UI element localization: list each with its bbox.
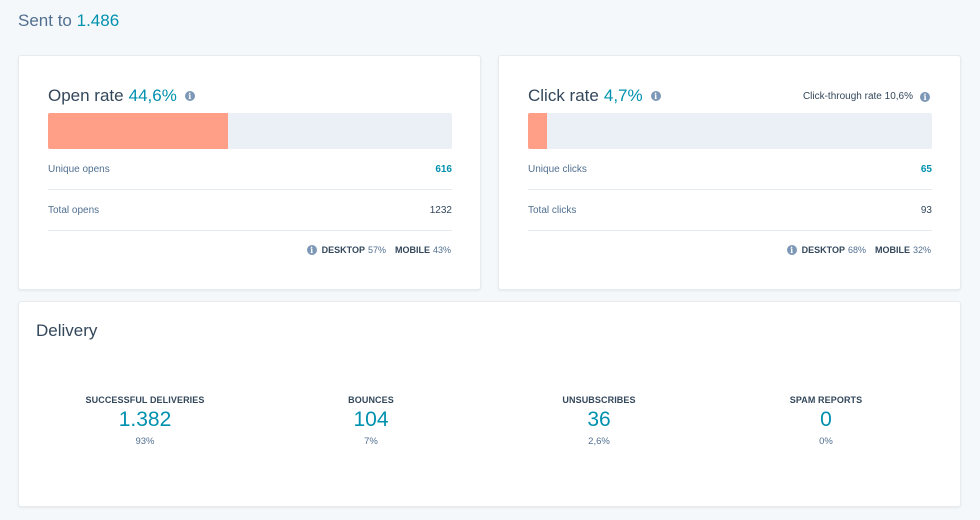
stat-value: 93 [920, 204, 932, 216]
open-rate-value: 44,6% [128, 86, 177, 105]
unique-opens-link[interactable]: 616 [435, 164, 452, 175]
click-rate-heading: Click rate 4,7% i [528, 86, 661, 106]
mobile-value: 32% [912, 245, 931, 255]
metric-value: 36 [587, 408, 611, 431]
info-icon[interactable]: i [650, 91, 661, 101]
metric-percent: 2,6% [588, 436, 610, 447]
metric-label: SPAM REPORTS [789, 395, 863, 405]
sent-to-label: Sent to [18, 11, 72, 30]
open-rate-card: Open rate 44,6% i Unique opens 616 Total… [18, 55, 481, 290]
stat-row-unique-clicks: Unique clicks 65 [528, 149, 932, 190]
device-breakdown: i DESKTOP 68% MOBILE 32% [786, 245, 931, 255]
unique-clicks-link[interactable]: 65 [921, 164, 932, 175]
delivery-card: Delivery SUCCESSFUL DELIVERIES 1.382 93%… [18, 301, 961, 507]
mobile-label: MOBILE [874, 245, 910, 255]
metric-label: BOUNCES [348, 395, 394, 405]
open-rate-title: Open rate [48, 86, 124, 105]
info-icon[interactable]: i [786, 245, 797, 255]
info-icon[interactable]: i [184, 91, 195, 101]
click-through-rate: Click-through rate 10,6% i [803, 91, 930, 102]
stat-label: Unique opens [48, 163, 110, 175]
desktop-label: DESKTOP [321, 245, 365, 255]
info-icon[interactable]: i [920, 91, 930, 102]
metric-percent: 93% [135, 436, 155, 447]
metric-value: 1.382 [118, 408, 172, 431]
metric-percent: 0% [819, 436, 833, 447]
stat-label: Total opens [48, 204, 100, 216]
metric-percent: 7% [364, 436, 378, 447]
stat-label: Unique clicks [528, 163, 587, 175]
mobile-label: MOBILE [394, 245, 430, 255]
open-rate-bar-fill [48, 113, 229, 149]
metric-unsubscribes: UNSUBSCRIBES 36 2,6% [499, 395, 699, 447]
open-rate-bar [48, 113, 452, 149]
delivery-title: Delivery [36, 321, 98, 340]
sent-to-value: 1.486 [76, 11, 120, 30]
metric-label: SUCCESSFUL DELIVERIES [85, 395, 205, 405]
metric-value: 104 [353, 408, 389, 431]
click-rate-bar [528, 113, 932, 149]
metric-value: 0 [820, 408, 832, 431]
click-rate-value: 4,7% [603, 86, 643, 105]
device-breakdown: i DESKTOP 57% MOBILE 43% [306, 245, 451, 255]
desktop-label: DESKTOP [801, 245, 845, 255]
stat-row-total-clicks: Total clicks 93 [528, 190, 932, 231]
click-through-rate-label: Click-through rate 10,6% [802, 91, 913, 102]
metric-label: UNSUBSCRIBES [562, 395, 636, 405]
mobile-value: 43% [432, 245, 451, 255]
click-rate-bar-fill [528, 113, 547, 149]
desktop-value: 57% [367, 245, 386, 255]
metric-bounces: BOUNCES 104 7% [271, 395, 471, 447]
open-rate-heading: Open rate 44,6% i [48, 86, 195, 106]
stat-label: Total clicks [528, 204, 577, 216]
stat-row-total-opens: Total opens 1232 [48, 190, 452, 231]
stat-row-unique-opens: Unique opens 616 [48, 149, 452, 190]
sent-to-heading: Sent to 1.486 [18, 11, 119, 31]
metric-successful-deliveries: SUCCESSFUL DELIVERIES 1.382 93% [45, 395, 245, 447]
desktop-value: 68% [847, 245, 866, 255]
click-rate-card: Click rate 4,7% i Click-through rate 10,… [498, 55, 961, 290]
info-icon[interactable]: i [306, 245, 317, 255]
click-rate-title: Click rate [528, 86, 599, 105]
metric-spam-reports: SPAM REPORTS 0 0% [726, 395, 926, 447]
stat-value: 1232 [429, 204, 452, 216]
